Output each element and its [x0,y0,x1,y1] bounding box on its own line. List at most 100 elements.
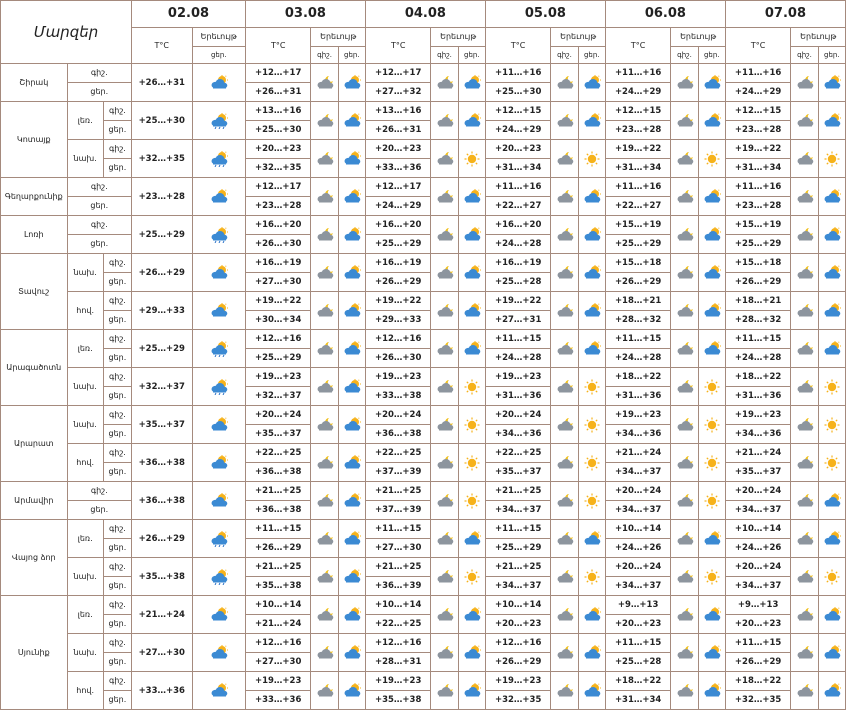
partly-cloudy-icon [344,378,361,392]
temp-col-header: T°C [364,27,432,64]
day-icon-cell [457,443,486,482]
partly-cloudy-icon [704,112,721,126]
temp-cell: +34…+36 [604,424,672,444]
temp-cell: +20…+24 [604,557,672,577]
temp-cell: +20…+24 [724,481,792,501]
night-icon-cell [670,481,699,520]
day-icon-cell [337,405,366,444]
sun-icon [464,417,480,432]
cloud-night-icon [677,569,693,582]
cloud-night-icon [677,683,693,696]
day-icon-cell [817,329,847,368]
temp-cell: +21…+24 [131,595,193,634]
cloud-night-icon [317,531,333,544]
table-row: Արագածոտն լեռ. գիշ. +25…+29 +12…+16 +12…+16 +1… [0,329,847,406]
cloud-night-icon [557,265,573,278]
temp-cell: +19…+22 [364,291,432,311]
temp-cell: +9…+13 [604,595,672,615]
day-icon-cell [697,63,726,102]
night-icon-cell [430,253,459,292]
night-icon-cell [790,63,819,102]
time-of-day: գիշ. [66,481,133,501]
night-icon-cell [310,101,339,140]
temp-cell: +19…+23 [484,671,552,691]
temp-cell: +27…+31 [484,310,552,330]
temp-cell: +25…+30 [131,101,193,140]
temp-cell: +11…+16 [604,177,672,197]
day-icon-cell [697,253,726,292]
temp-cell: +24…+28 [724,348,792,368]
night-icon-cell [790,557,819,596]
sun-icon [704,569,720,584]
temp-cell: +18…+22 [724,367,792,387]
night-subheader: գիշ. [430,46,459,64]
night-icon-cell [670,557,699,596]
temp-cell: +29…+33 [364,310,432,330]
day-icon-cell [697,443,726,482]
partly-cloudy-icon [704,302,721,316]
temp-cell: +15…+18 [724,253,792,273]
sun-icon [704,417,720,432]
temp-cell: +21…+24 [724,443,792,463]
temp-col-header: T°C [724,27,792,64]
temp-cell: +34…+37 [724,500,792,520]
cloud-night-icon [797,379,813,392]
cloud-night-icon [797,417,813,430]
cloud-night-icon [677,189,693,202]
temp-cell: +19…+23 [244,671,312,691]
cloud-night-icon [677,303,693,316]
time-of-day: գիշ. [102,519,133,539]
date-header: 05.08 [484,0,606,28]
day-icon-cell [457,177,486,216]
sun-icon [584,569,600,584]
temp-cell: +15…+19 [604,215,672,235]
temp-cell: +16…+19 [364,253,432,273]
night-icon-cell [430,557,459,596]
cloud-night-icon [437,531,453,544]
night-icon-cell [790,481,819,520]
day-icon-cell [697,101,726,140]
partly-cloudy-icon [704,264,721,278]
table-row: Կոտայք լեռ. գիշ. +25…+30 +13…+16 +13…+16 +12…+… [0,101,847,178]
temp-cell: +35…+38 [244,576,312,596]
night-subheader: գիշ. [310,46,339,64]
time-of-day: ցեր. [66,234,133,254]
night-icon-cell [790,519,819,558]
day-icon-cell [337,63,366,102]
cloud-night-icon [317,683,333,696]
partly-cloudy-icon [344,264,361,278]
cloud-night-icon [797,75,813,88]
day-icon-cell [697,671,726,710]
temp-cell: +21…+25 [484,481,552,501]
cloud-night-icon [317,151,333,164]
time-of-day: ցեր. [102,120,133,140]
partly-cloudy-icon [824,682,841,696]
subregion-name: լեռ. [66,595,104,634]
cloud-night-icon [797,531,813,544]
night-icon-cell [550,215,579,254]
partly-cloudy-icon [211,454,228,468]
temp-cell: +26…+31 [131,63,193,102]
day-subheader: ցեր. [697,46,726,64]
time-of-day: գիշ. [102,101,133,121]
day-icon-cell [337,557,366,596]
temp-cell: +31…+36 [604,386,672,406]
cloud-night-icon [677,455,693,468]
day-icon-cell [577,215,606,254]
rain-sun-icon [211,112,228,129]
rain-sun-icon [211,150,228,167]
temp-cell: +24…+29 [724,82,792,102]
cloud-night-icon [677,493,693,506]
night-icon-cell [430,671,459,710]
temp-cell: +11…+16 [724,63,792,83]
region-name: Վայոց ձոր [0,519,68,596]
partly-cloudy-icon [584,264,601,278]
sun-icon [584,151,600,166]
night-icon-cell [430,367,459,406]
weather-icon-cell [191,291,246,330]
night-icon-cell [790,139,819,178]
night-icon-cell [670,329,699,368]
day-icon-cell [577,671,606,710]
cloud-night-icon [317,265,333,278]
temp-cell: +10…+14 [244,595,312,615]
